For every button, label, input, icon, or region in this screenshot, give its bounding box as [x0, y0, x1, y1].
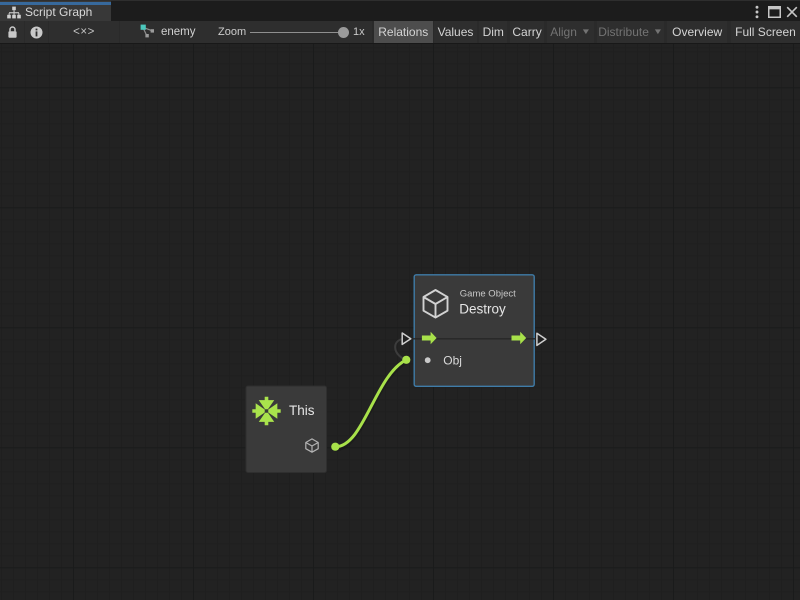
window-menu-button[interactable]: [749, 1, 765, 22]
dim-toggle-button[interactable]: Dim: [479, 21, 507, 43]
maximize-icon: [768, 6, 781, 18]
tab-script-graph[interactable]: Script Graph: [0, 1, 111, 22]
graph-layer: This Game Object Destroy: [0, 44, 800, 600]
distribute-dropdown-button[interactable]: Distribute ▼: [597, 21, 664, 43]
titlebar: Script Graph: [0, 0, 800, 21]
align-caret-icon: ▼: [581, 27, 591, 36]
info-icon: [30, 26, 43, 39]
fullscreen-button[interactable]: Full Screen: [731, 21, 800, 43]
distribute-label: Distribute: [598, 25, 649, 39]
zoom-label: Zoom: [218, 26, 246, 38]
node-destroy-title: Destroy: [459, 302, 506, 317]
obj-port-label: Obj: [443, 353, 462, 367]
align-dropdown-button[interactable]: Align ▼: [547, 21, 594, 43]
control-input-port-triangle[interactable]: [402, 333, 411, 344]
close-button[interactable]: [783, 1, 800, 22]
node-this-body[interactable]: [246, 386, 327, 473]
kebab-menu-icon: [755, 5, 759, 19]
graph-name-label[interactable]: enemy: [161, 26, 196, 38]
align-label: Align: [550, 25, 577, 39]
relations-label: Relations: [378, 25, 428, 39]
connection-start-dot[interactable]: [331, 443, 339, 451]
tab-title: Script Graph: [25, 1, 92, 22]
lock-button[interactable]: [0, 21, 24, 43]
relations-toggle-button[interactable]: Relations: [374, 21, 433, 43]
lock-icon: [7, 26, 18, 39]
zoom-slider-handle[interactable]: [338, 27, 349, 38]
zoom-slider-track[interactable]: [250, 32, 342, 34]
values-label: Values: [438, 25, 474, 39]
node-destroy-category: Game Object: [460, 288, 516, 299]
maximize-button[interactable]: [766, 1, 783, 22]
obj-port-dot[interactable]: [425, 357, 431, 363]
dim-label: Dim: [483, 25, 504, 39]
zoom-value: 1x: [353, 26, 365, 38]
info-button[interactable]: [25, 21, 48, 43]
close-icon: [786, 6, 798, 18]
overview-button[interactable]: Overview: [667, 21, 727, 43]
overview-label: Overview: [672, 25, 722, 39]
graph-canvas[interactable]: This Game Object Destroy: [0, 43, 800, 600]
script-graph-window: Script Graph: [0, 0, 800, 600]
carry-toggle-button[interactable]: Carry: [510, 21, 545, 43]
toolbar: <×> enemy Zoom 1x Relations Values Dim C…: [0, 21, 800, 43]
distribute-caret-icon: ▼: [653, 27, 663, 36]
values-toggle-button[interactable]: Values: [434, 21, 477, 43]
node-this[interactable]: This: [246, 386, 327, 473]
node-this-title: This: [289, 403, 315, 418]
code-glyph: <×>: [73, 26, 95, 38]
code-toggle-button[interactable]: <×>: [49, 21, 119, 43]
carry-label: Carry: [512, 25, 541, 39]
node-destroy[interactable]: Game Object Destroy Obj: [411, 275, 536, 387]
fullscreen-label: Full Screen: [735, 25, 796, 39]
control-output-port-triangle[interactable]: [537, 333, 546, 345]
connection-end-dot[interactable]: [402, 356, 410, 364]
graph-unit-icon: [140, 24, 155, 41]
graph-breadcrumb: enemy Zoom 1x: [120, 21, 372, 43]
